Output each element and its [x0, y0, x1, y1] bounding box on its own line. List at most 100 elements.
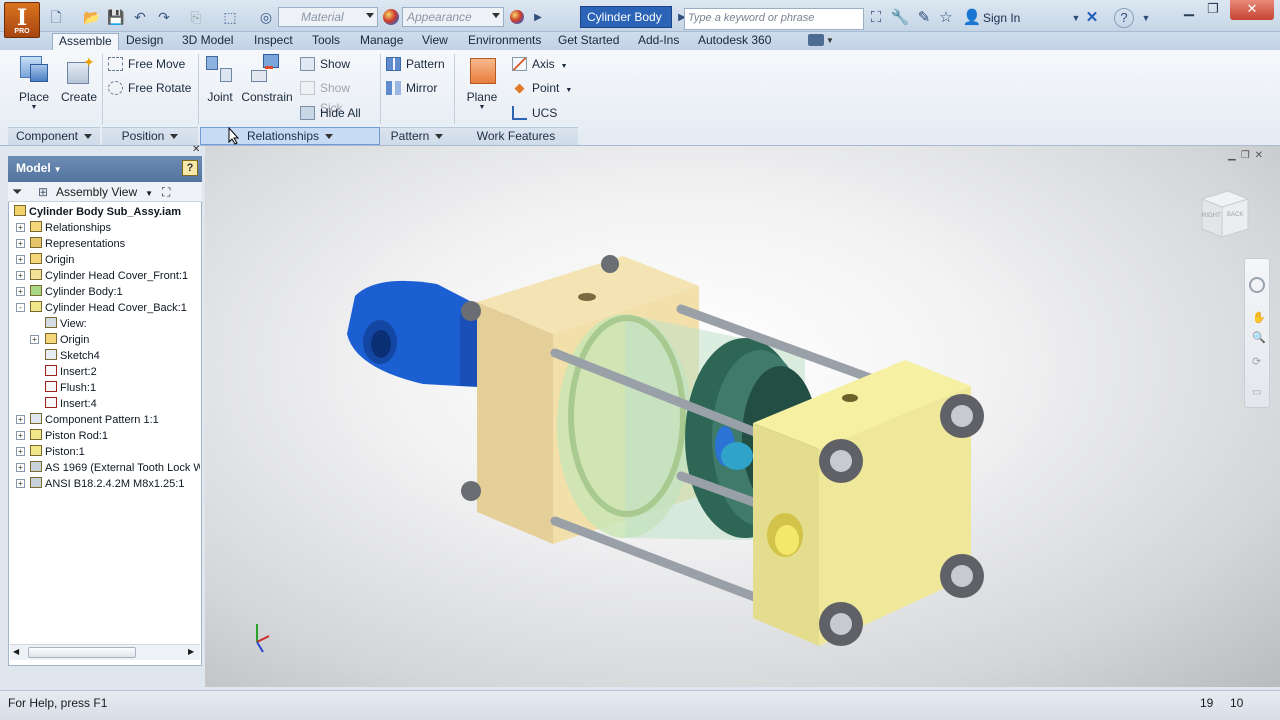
assembly-view-select[interactable]: Assembly View ▼ [56, 183, 153, 203]
pan-icon[interactable]: ✋ [1252, 311, 1266, 324]
viewport-restore-icon[interactable]: ❐ [1241, 150, 1255, 161]
tab-add-ins[interactable]: Add-Ins [636, 33, 681, 50]
component-panel-title[interactable]: Component [8, 127, 100, 145]
constrain-button[interactable]: Constrain [240, 54, 294, 104]
viewport-window-controls[interactable]: ▁❐✕ [1228, 150, 1268, 161]
scroll-left-icon[interactable]: ◀ [13, 647, 19, 656]
tree-node[interactable]: + Cylinder Body:1 [16, 284, 123, 300]
undo-icon[interactable]: ↶ [130, 8, 150, 26]
scroll-right-icon[interactable]: ▶ [188, 647, 194, 656]
steering-wheel-icon[interactable] [1249, 277, 1265, 293]
tab-assemble[interactable]: Assemble [52, 33, 119, 50]
look-at-icon[interactable]: ▭ [1252, 387, 1261, 398]
browser-help-icon[interactable]: ? [182, 160, 198, 176]
expand-icon[interactable]: + [16, 223, 25, 232]
tree-node[interactable]: + Origin [16, 252, 74, 268]
expand-icon[interactable]: + [16, 271, 25, 280]
ribbon-display-toggle-icon[interactable] [808, 34, 824, 46]
viewport-minimize-icon[interactable]: ▁ [1228, 150, 1241, 161]
tree-node[interactable]: + Origin [30, 332, 89, 348]
tools-icon[interactable]: ✎ [914, 8, 934, 28]
appearance-combo[interactable]: Appearance [383, 7, 504, 27]
zoom-icon[interactable]: 🔍 [1252, 331, 1266, 344]
tab-autodesk-360[interactable]: Autodesk 360 [696, 33, 773, 50]
viewport-close-icon[interactable]: ✕ [1255, 150, 1268, 161]
tab-view[interactable]: View [420, 33, 450, 50]
tab-3d-model[interactable]: 3D Model [180, 33, 235, 50]
expand-icon[interactable]: + [30, 335, 39, 344]
browser-horizontal-scrollbar[interactable]: ◀ ▶ [10, 644, 200, 660]
show-button[interactable]: Show [298, 54, 376, 74]
mirror-button[interactable]: Mirror [384, 78, 452, 98]
cylinder-assembly-model[interactable] [205, 146, 1280, 687]
free-rotate-button[interactable]: Free Rotate [106, 78, 198, 98]
expand-icon[interactable]: + [16, 463, 25, 472]
tree-node[interactable]: View: [45, 316, 87, 332]
expand-icon[interactable]: + [16, 479, 25, 488]
tree-node[interactable]: + Piston:1 [16, 444, 85, 460]
joint-button[interactable]: Joint [202, 54, 238, 104]
new-file-icon[interactable]: 🗋 [46, 8, 66, 26]
browser-close-icon[interactable]: ✕ [192, 144, 200, 155]
tree-node[interactable]: Insert:2 [45, 364, 97, 380]
tree-node[interactable]: Flush:1 [45, 380, 96, 396]
tree-root-node[interactable]: Cylinder Body Sub_Assy.iam [14, 204, 181, 220]
sign-in-link[interactable]: Sign In [983, 8, 1020, 28]
viewcube[interactable]: RIGHT BACK [1198, 187, 1250, 241]
material-combo[interactable]: Material [278, 7, 378, 27]
open-folder-icon[interactable]: 📂 [82, 8, 102, 26]
help-chevron-icon[interactable]: ▼ [1136, 8, 1156, 28]
wrench-icon[interactable]: 🔧 [890, 8, 910, 28]
favorites-star-icon[interactable]: ☆ [936, 8, 956, 28]
update-icon[interactable]: ◎ [256, 8, 276, 26]
hide-all-button[interactable]: Hide All [298, 103, 376, 123]
save-icon[interactable]: 💾 [106, 8, 126, 26]
ribbon-display-chevron-icon[interactable]: ▼ [826, 36, 834, 45]
tab-manage[interactable]: Manage [358, 33, 405, 50]
tab-environments[interactable]: Environments [466, 33, 543, 50]
application-menu-button[interactable]: I PRO [4, 2, 40, 38]
create-button[interactable]: ✦ Create [58, 54, 100, 104]
browser-header[interactable]: Model ▼ [8, 156, 202, 182]
tree-node[interactable]: + ANSI B18.2.4.2M M8x1.25:1 [16, 476, 184, 492]
appearance-ball-icon[interactable] [507, 8, 527, 28]
tree-node[interactable]: + Component Pattern 1:1 [16, 412, 159, 428]
find-binoculars-icon[interactable]: ⛶ [162, 183, 170, 201]
expand-icon[interactable]: + [16, 447, 25, 456]
tab-get-started[interactable]: Get Started [556, 33, 621, 50]
tree-node[interactable]: Sketch4 [45, 348, 100, 364]
exchange-icon[interactable]: ✕ [1082, 8, 1102, 28]
filter-icon[interactable]: ⏷ [12, 183, 22, 201]
tab-design[interactable]: Design [124, 33, 165, 50]
help-search-input[interactable]: Type a keyword or phrase [684, 8, 864, 30]
return-icon[interactable]: ⎘ [186, 8, 206, 26]
expand-icon[interactable]: + [16, 415, 25, 424]
expand-icon[interactable]: + [16, 239, 25, 248]
tree-node[interactable]: Insert:4 [45, 396, 97, 412]
show-sick-button[interactable]: Show Sick [298, 78, 376, 115]
tree-node[interactable]: + AS 1969 (External Tooth Lock Was [16, 460, 200, 476]
redo-icon[interactable]: ↷ [154, 8, 174, 26]
restore-button[interactable]: ❐ [1196, 0, 1230, 20]
orbit-icon[interactable]: ⟳ [1252, 355, 1261, 368]
tree-node[interactable]: + Piston Rod:1 [16, 428, 108, 444]
free-move-button[interactable]: Free Move [106, 54, 198, 74]
pattern-panel-title[interactable]: Pattern [380, 127, 454, 145]
tab-inspect[interactable]: Inspect [252, 33, 295, 50]
overflow-icon[interactable]: ▶ [528, 8, 548, 28]
close-button[interactable]: ✕ [1230, 0, 1274, 20]
ucs-button[interactable]: UCS [510, 103, 576, 123]
relationships-panel-title[interactable]: Relationships [200, 127, 380, 145]
tree-node[interactable]: + Relationships [16, 220, 111, 236]
expand-icon[interactable]: + [16, 287, 25, 296]
tree-node[interactable]: - Cylinder Head Cover_Back:1 [16, 300, 187, 316]
scroll-thumb[interactable] [28, 647, 136, 658]
tree-node[interactable]: + Cylinder Head Cover_Front:1 [16, 268, 188, 284]
point-button[interactable]: ◆ Point ▼ [510, 78, 576, 98]
expand-icon[interactable]: + [16, 431, 25, 440]
place-button[interactable]: Place ▼ [12, 54, 56, 112]
select-filter-icon[interactable]: ⬚ [220, 8, 240, 26]
help-icon[interactable]: ? [1114, 8, 1134, 28]
axis-button[interactable]: Axis ▼ [510, 54, 576, 74]
pattern-button[interactable]: Pattern [384, 54, 452, 74]
